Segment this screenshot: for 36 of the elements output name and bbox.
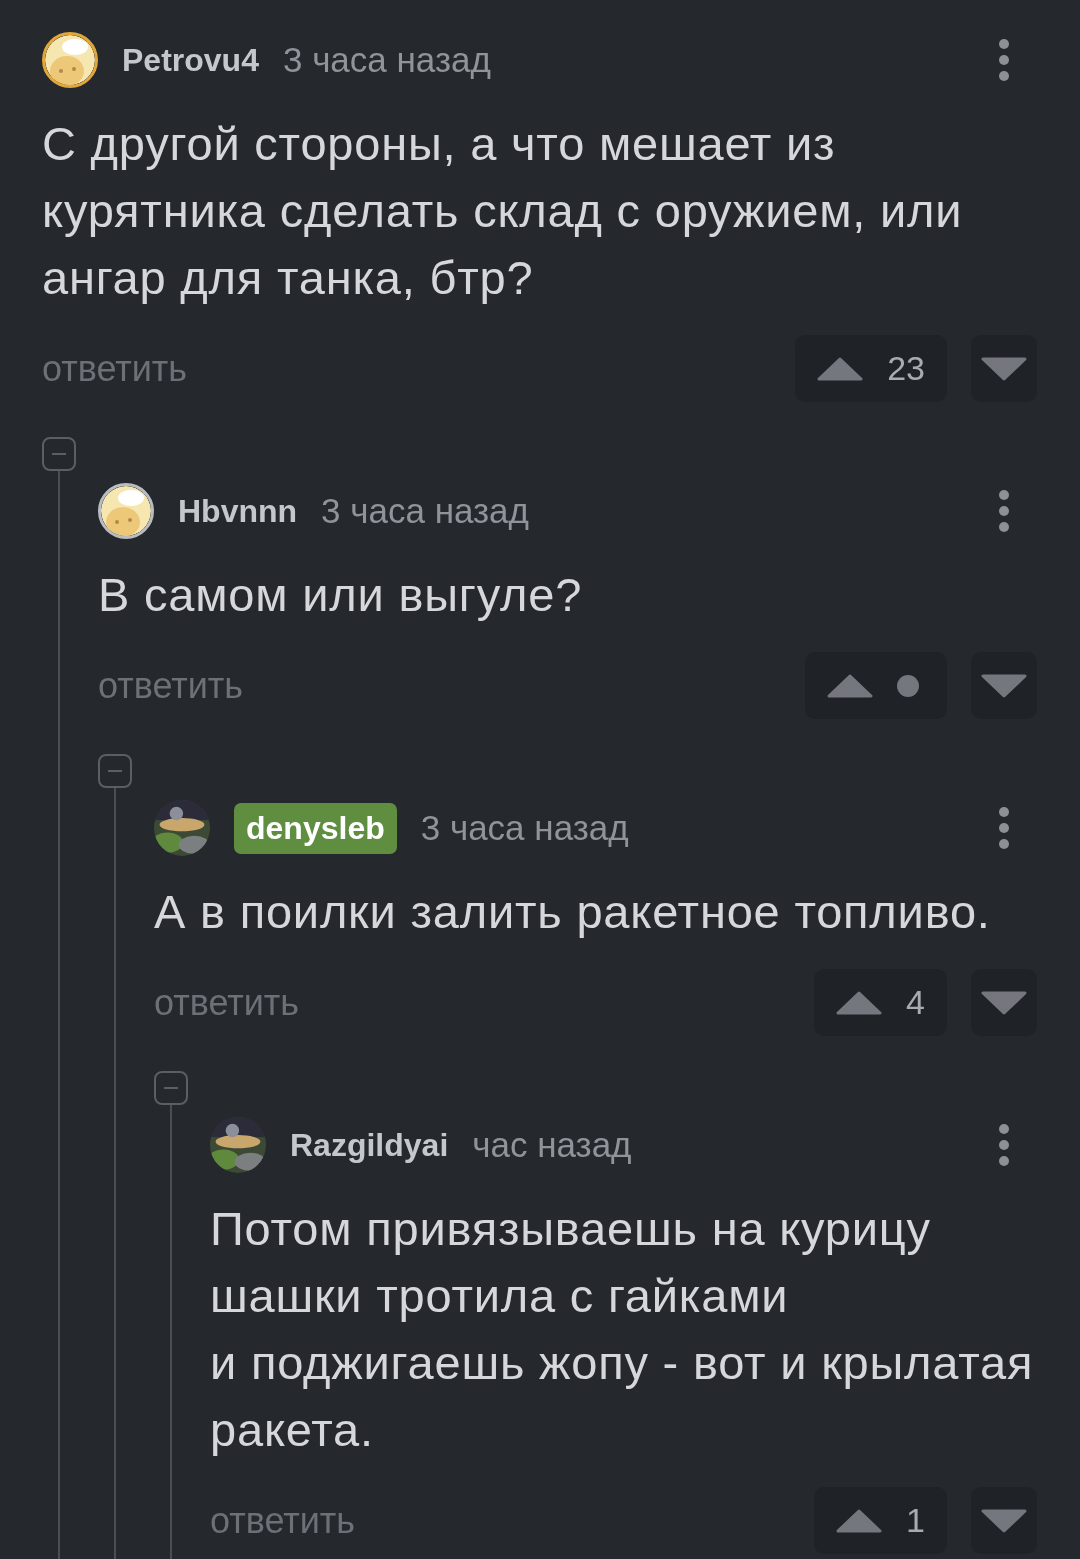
upvote-icon[interactable] [817,356,864,381]
downvote-button[interactable] [971,969,1037,1036]
collapse-button[interactable] [42,437,76,471]
reply-link[interactable]: ответить [154,981,300,1024]
score: 23 [887,349,925,388]
upvote-icon[interactable] [836,1508,883,1533]
downvote-button[interactable] [971,335,1037,402]
downvote-button[interactable] [971,1487,1037,1554]
upvote-icon[interactable] [827,673,873,698]
comment-time: 3 часа назад [282,40,491,80]
author-name[interactable]: Petrovu4 [122,41,259,79]
author-name[interactable]: Razgildyai [290,1126,449,1164]
downvote-icon [981,1508,1027,1533]
reply-link[interactable]: ответить [42,347,188,390]
comment-time: 3 часа назад [321,491,529,531]
comment-time: час назад [472,1125,632,1165]
comment-text: С другой стороны, а что мешает из курятника сделать склад с оружием, или ангар для танка, бтр? [42,116,964,306]
avatar-icon[interactable] [98,483,154,539]
collapse-button[interactable] [154,1071,188,1105]
reply-link[interactable]: ответить [210,1499,356,1542]
downvote-icon [981,356,1027,381]
downvote-icon [981,673,1027,698]
comment-time: 3 часа назад [420,808,629,848]
score: 1 [906,1501,925,1540]
avatar-icon[interactable] [42,32,98,88]
downvote-icon [981,990,1027,1015]
author-name[interactable]: Hbvnnn [178,492,298,530]
comment-text: А в поилки залить ракетное топливо. [154,884,992,940]
upvote-icon[interactable] [836,990,883,1015]
downvote-button[interactable] [971,652,1037,719]
reply-link[interactable]: ответить [98,664,244,707]
comment-text: В самом или выгуле? [98,567,584,623]
score: 4 [906,983,925,1022]
comment-text: Потом привязываешь на курицу шашки тротила с гайками и поджигаешь жопу - вот и крылатая ракета. [210,1201,1035,1458]
collapse-button[interactable] [98,754,132,788]
author-name[interactable]: denysleb [234,802,397,854]
